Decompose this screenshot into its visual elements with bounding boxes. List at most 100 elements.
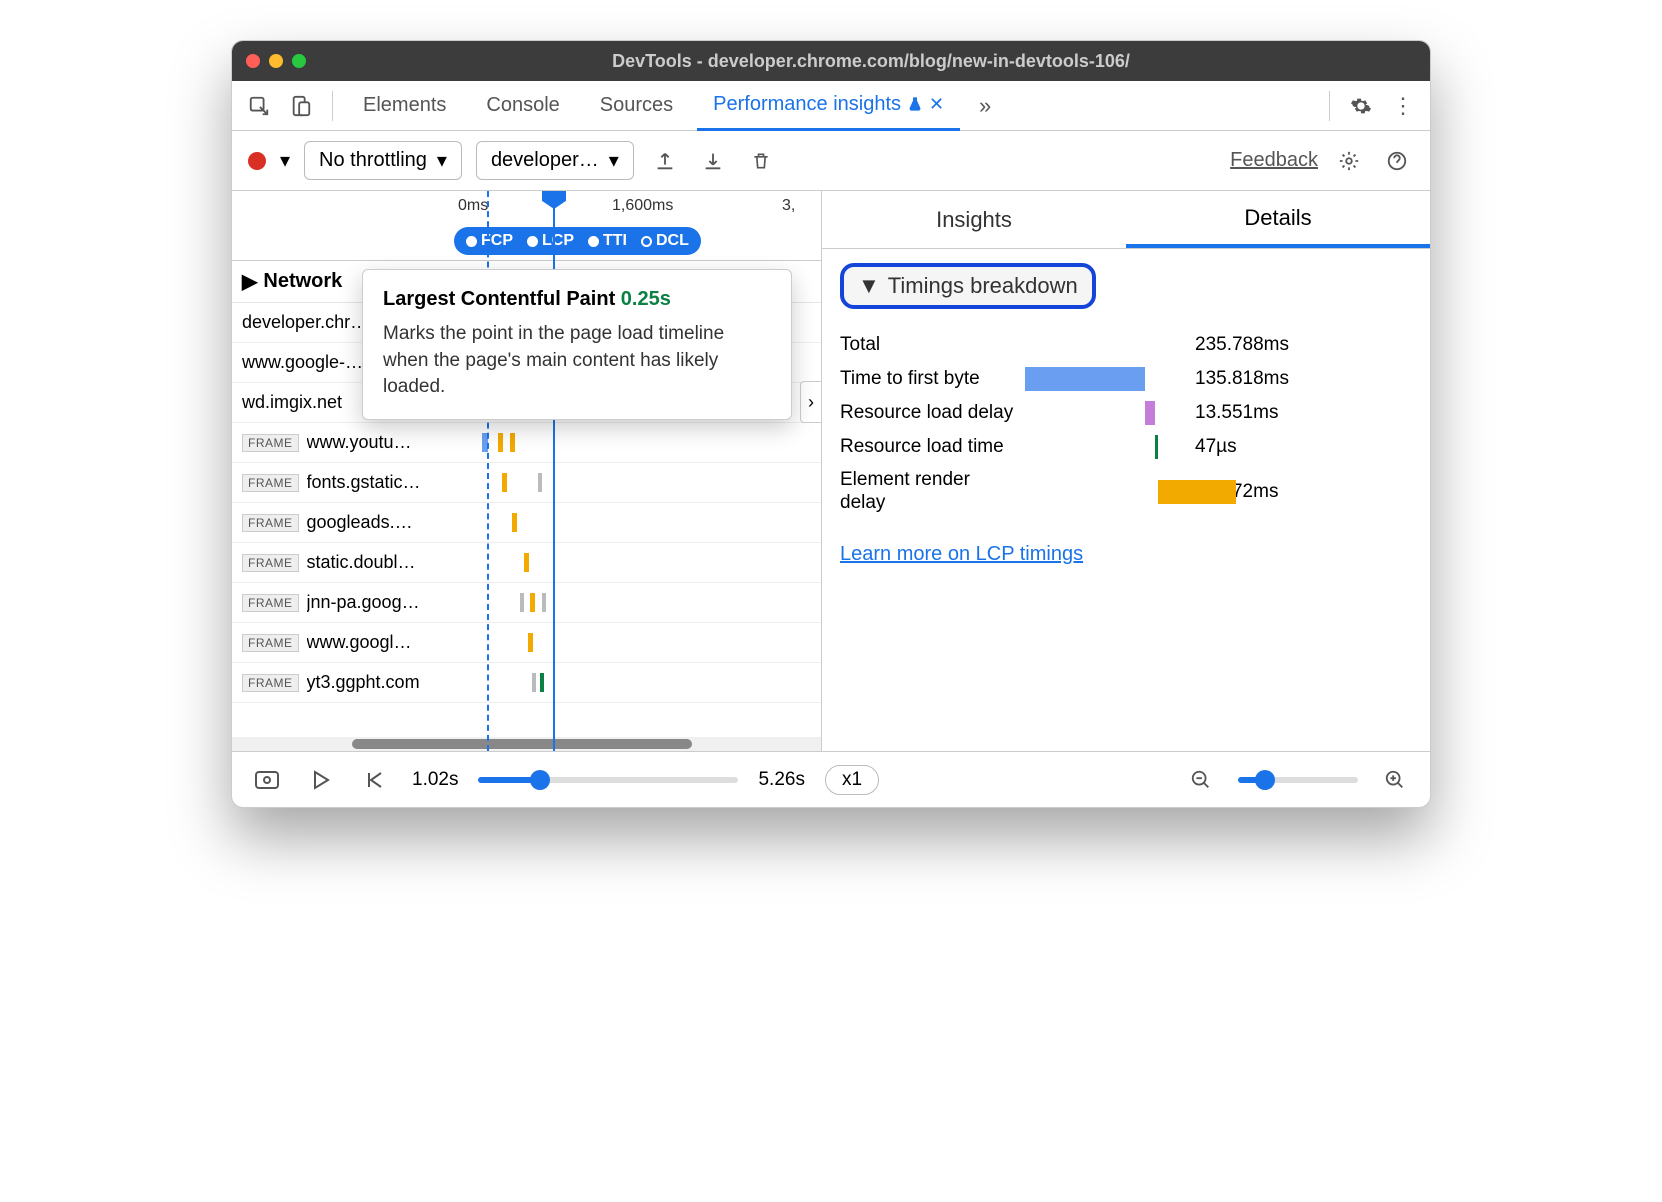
network-row-bars — [472, 589, 821, 616]
metric-name: Resource load time — [840, 436, 1015, 459]
import-icon[interactable] — [696, 144, 730, 178]
metric-value: 13.551ms — [1195, 402, 1278, 424]
zoom-slider[interactable] — [1238, 777, 1358, 783]
network-row-bars — [472, 509, 821, 536]
preview-icon[interactable] — [250, 763, 284, 797]
window-title: DevTools - developer.chrome.com/blog/new… — [326, 51, 1416, 72]
metric-pills: FCP LCP TTI DCL — [454, 227, 701, 255]
frame-badge: FRAME — [242, 674, 299, 692]
time-ruler[interactable]: 0ms 1,600ms 3, FCP LCP TTI DCL — [232, 191, 821, 261]
tooltip-title: Largest Contentful Paint — [383, 288, 615, 310]
network-row-bars — [472, 669, 821, 696]
origin-value: developer… — [491, 149, 599, 172]
collapse-sidebar-button[interactable]: › — [800, 381, 822, 423]
throttling-select[interactable]: No throttling▾ — [304, 141, 462, 180]
rewind-button[interactable] — [358, 763, 392, 797]
metric-name: Element render delay — [840, 469, 1015, 515]
play-button[interactable] — [304, 763, 338, 797]
metric-value: 135.818ms — [1195, 368, 1289, 390]
ruler-tick: 1,600ms — [612, 197, 673, 215]
network-row[interactable]: FRAMEjnn-pa.goog… — [232, 583, 821, 623]
flask-icon — [907, 94, 923, 114]
playback-footer: 1.02s 5.26s x1 — [232, 751, 1430, 807]
tab-label: Console — [486, 94, 559, 117]
throttling-value: No throttling — [319, 149, 427, 172]
learn-more-link[interactable]: Learn more on LCP timings — [840, 543, 1083, 566]
tti-pill[interactable]: TTI — [582, 230, 633, 252]
timing-metric: Resource load time 47µs — [840, 435, 1412, 459]
dcl-pill[interactable]: DCL — [635, 230, 695, 252]
close-tab-icon[interactable]: ✕ — [929, 94, 944, 115]
ruler-tick: 0ms — [458, 197, 488, 215]
frame-badge: FRAME — [242, 554, 299, 572]
frame-badge: FRAME — [242, 474, 299, 492]
section-title: Network — [263, 270, 342, 293]
record-menu-chevron[interactable]: ▾ — [280, 148, 290, 173]
network-row[interactable]: FRAMEwww.youtu… — [232, 423, 821, 463]
close-window-button[interactable] — [246, 54, 260, 68]
panel-settings-icon[interactable] — [1332, 144, 1366, 178]
network-row[interactable]: FRAMEstatic.doubl… — [232, 543, 821, 583]
feedback-link[interactable]: Feedback — [1230, 149, 1318, 172]
chevron-down-icon: ▼ — [858, 273, 880, 299]
inspect-icon[interactable] — [242, 89, 276, 123]
tab-performance-insights[interactable]: Performance insights ✕ — [697, 81, 960, 131]
tab-label: Performance insights — [713, 93, 901, 116]
insights-tab[interactable]: Insights — [822, 191, 1126, 248]
frame-badge: FRAME — [242, 434, 299, 452]
settings-icon[interactable] — [1344, 89, 1378, 123]
horizontal-scrollbar[interactable] — [232, 737, 821, 751]
ruler-tick: 3, — [782, 197, 795, 215]
time-slider[interactable] — [478, 777, 738, 783]
metric-name: Resource load delay — [840, 402, 1015, 425]
time-start: 1.02s — [412, 769, 458, 791]
details-panel: Insights Details ▼ Timings breakdown Tot… — [822, 191, 1430, 751]
tab-label: Elements — [363, 94, 446, 117]
lcp-pill[interactable]: LCP — [521, 230, 580, 252]
tab-console[interactable]: Console — [470, 81, 575, 131]
delete-icon[interactable] — [744, 144, 778, 178]
timeline-panel: 0ms 1,600ms 3, FCP LCP TTI DCL ▶ Network… — [232, 191, 822, 751]
network-row[interactable]: FRAMEwww.googl… — [232, 623, 821, 663]
tab-elements[interactable]: Elements — [347, 81, 462, 131]
frame-badge: FRAME — [242, 634, 299, 652]
timing-metric: Time to first byte135.818ms — [840, 367, 1412, 391]
zoom-in-button[interactable] — [1378, 763, 1412, 797]
metric-value: 235.788ms — [1195, 334, 1289, 356]
zoom-out-button[interactable] — [1184, 763, 1218, 797]
performance-toolbar: ▾ No throttling▾ developer…▾ Feedback — [232, 131, 1430, 191]
kebab-menu-icon[interactable]: ⋮ — [1386, 89, 1420, 123]
tab-sources[interactable]: Sources — [584, 81, 689, 131]
timing-metric: Total 235.788ms — [840, 333, 1412, 357]
record-button[interactable] — [248, 152, 266, 170]
lcp-tooltip: Largest Contentful Paint 0.25s Marks the… — [362, 269, 792, 420]
network-row[interactable]: FRAMEgoogleads.… — [232, 503, 821, 543]
chevron-right-icon: ▶ — [242, 269, 257, 294]
network-row-bars — [472, 629, 821, 656]
help-icon[interactable] — [1380, 144, 1414, 178]
export-icon[interactable] — [648, 144, 682, 178]
frame-badge: FRAME — [242, 594, 299, 612]
metric-name: Total — [840, 334, 1015, 357]
zoom-level[interactable]: x1 — [825, 765, 879, 795]
tooltip-description: Marks the point in the page load timelin… — [383, 321, 771, 401]
origin-select[interactable]: developer…▾ — [476, 141, 634, 180]
maximize-window-button[interactable] — [292, 54, 306, 68]
network-row[interactable]: FRAMEyt3.ggpht.com — [232, 663, 821, 703]
minimize-window-button[interactable] — [269, 54, 283, 68]
timings-breakdown-accordion[interactable]: ▼ Timings breakdown — [840, 263, 1096, 309]
devtools-tabstrip: Elements Console Sources Performance ins… — [232, 81, 1430, 131]
timing-metric: Element render delay86.372ms — [840, 469, 1412, 515]
time-end: 5.26s — [758, 769, 804, 791]
network-row[interactable]: FRAMEfonts.gstatic… — [232, 463, 821, 503]
frame-badge: FRAME — [242, 514, 299, 532]
tooltip-value: 0.25s — [621, 288, 671, 310]
accordion-label: Timings breakdown — [888, 273, 1078, 299]
more-tabs-icon[interactable]: » — [968, 89, 1002, 123]
metric-value: 47µs — [1195, 436, 1237, 458]
fcp-pill[interactable]: FCP — [460, 230, 519, 252]
network-row-bars — [472, 549, 821, 576]
network-row-bars — [472, 429, 821, 456]
details-tab[interactable]: Details — [1126, 191, 1430, 248]
device-toggle-icon[interactable] — [284, 89, 318, 123]
